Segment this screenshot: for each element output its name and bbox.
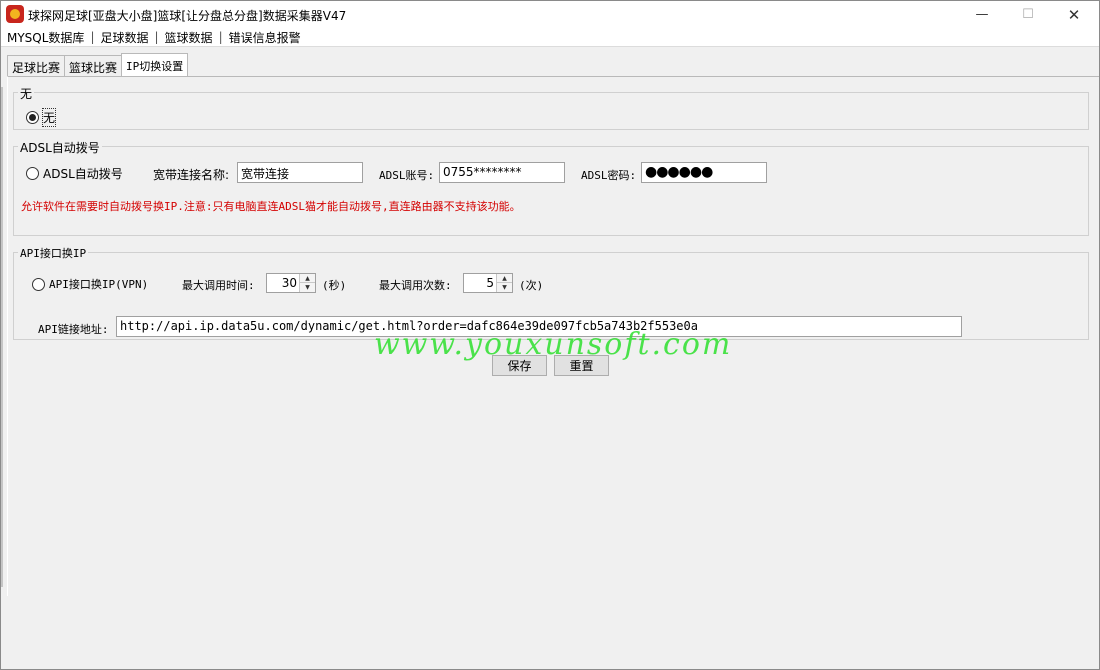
radio-none-indicator[interactable] — [26, 111, 39, 124]
window-title: 球探网足球[亚盘大小盘]篮球[让分盘总分盘]数据采集器V47 — [28, 9, 347, 23]
maximize-button[interactable]: ☐ — [1005, 1, 1051, 28]
app-window: 球探网足球[亚盘大小盘]篮球[让分盘总分盘]数据采集器V47 — ☐ ✕ MYS… — [0, 0, 1100, 670]
conn-name-label: 宽带连接名称: — [153, 168, 230, 182]
adsl-account-label: ADSL账号: — [379, 169, 435, 182]
max-time-value: 30 — [281, 276, 297, 290]
radio-adsl-label: ADSL自动拨号 — [43, 167, 123, 181]
menu-error-alert[interactable]: 错误信息报警 — [223, 29, 307, 46]
group-adsl: ADSL自动拨号 — [13, 139, 1089, 236]
tab-basketball-matches[interactable]: 篮球比赛 — [64, 55, 123, 76]
group-adsl-title: ADSL自动拨号 — [18, 139, 102, 156]
max-count-value: 5 — [486, 276, 494, 290]
api-url-label: API链接地址: — [38, 323, 109, 336]
menu-bar: MYSQL数据库 | 足球数据 | 篮球数据 | 错误信息报警 — [1, 28, 1099, 47]
left-edge-divider — [1, 87, 3, 587]
radio-none[interactable]: 无 — [26, 108, 57, 127]
radio-adsl[interactable]: ADSL自动拨号 — [26, 165, 123, 182]
adsl-password-label: ADSL密码: — [581, 169, 637, 182]
max-time-stepper[interactable]: 30 ▲ ▼ — [266, 273, 316, 293]
adsl-note: 允许软件在需要时自动拨号换IP.注意:只有电脑直连ADSL猫才能自动拨号,直连路… — [21, 200, 521, 213]
spin-up-icon[interactable]: ▲ — [497, 274, 512, 283]
minimize-button[interactable]: — — [959, 1, 1005, 28]
tab-ip-switch-settings[interactable]: IP切换设置 — [121, 53, 189, 76]
adsl-account-input[interactable]: 0755******** — [439, 162, 565, 183]
radio-none-label: 无 — [41, 108, 57, 127]
spin-up-icon[interactable]: ▲ — [300, 274, 315, 283]
menu-mysql[interactable]: MYSQL数据库 — [1, 29, 90, 46]
adsl-password-input[interactable]: ●●●●●● — [641, 162, 767, 183]
max-count-unit: (次) — [519, 279, 544, 292]
max-count-stepper[interactable]: 5 ▲ ▼ — [463, 273, 513, 293]
menu-basketball-data[interactable]: 篮球数据 — [159, 29, 219, 46]
group-api-title: API接口换IP — [18, 245, 89, 261]
menu-football-data[interactable]: 足球数据 — [94, 29, 154, 46]
radio-api-label: API接口换IP(VPN) — [49, 278, 149, 291]
tab-football-matches[interactable]: 足球比赛 — [7, 55, 66, 76]
tab-strip: 足球比赛 篮球比赛 IP切换设置 — [7, 53, 189, 76]
max-time-label: 最大调用时间: — [182, 279, 255, 292]
conn-name-input[interactable]: 宽带连接 — [237, 162, 363, 183]
max-count-spin-buttons: ▲ ▼ — [496, 274, 512, 292]
watermark-text: www.youxunsoft.com — [374, 327, 733, 362]
radio-adsl-indicator[interactable] — [26, 167, 39, 180]
title-bar: 球探网足球[亚盘大小盘]篮球[让分盘总分盘]数据采集器V47 — ☐ ✕ — [1, 1, 1099, 28]
app-logo-icon — [6, 5, 24, 23]
radio-api[interactable]: API接口换IP(VPN) — [32, 276, 148, 292]
group-none: 无 — [13, 85, 1089, 130]
spin-down-icon[interactable]: ▼ — [497, 283, 512, 292]
group-none-title: 无 — [18, 85, 35, 102]
spin-down-icon[interactable]: ▼ — [300, 283, 315, 292]
max-count-label: 最大调用次数: — [379, 279, 452, 292]
max-time-unit: (秒) — [322, 279, 347, 292]
max-time-spin-buttons: ▲ ▼ — [299, 274, 315, 292]
radio-api-indicator[interactable] — [32, 277, 45, 291]
close-button[interactable]: ✕ — [1051, 1, 1097, 28]
